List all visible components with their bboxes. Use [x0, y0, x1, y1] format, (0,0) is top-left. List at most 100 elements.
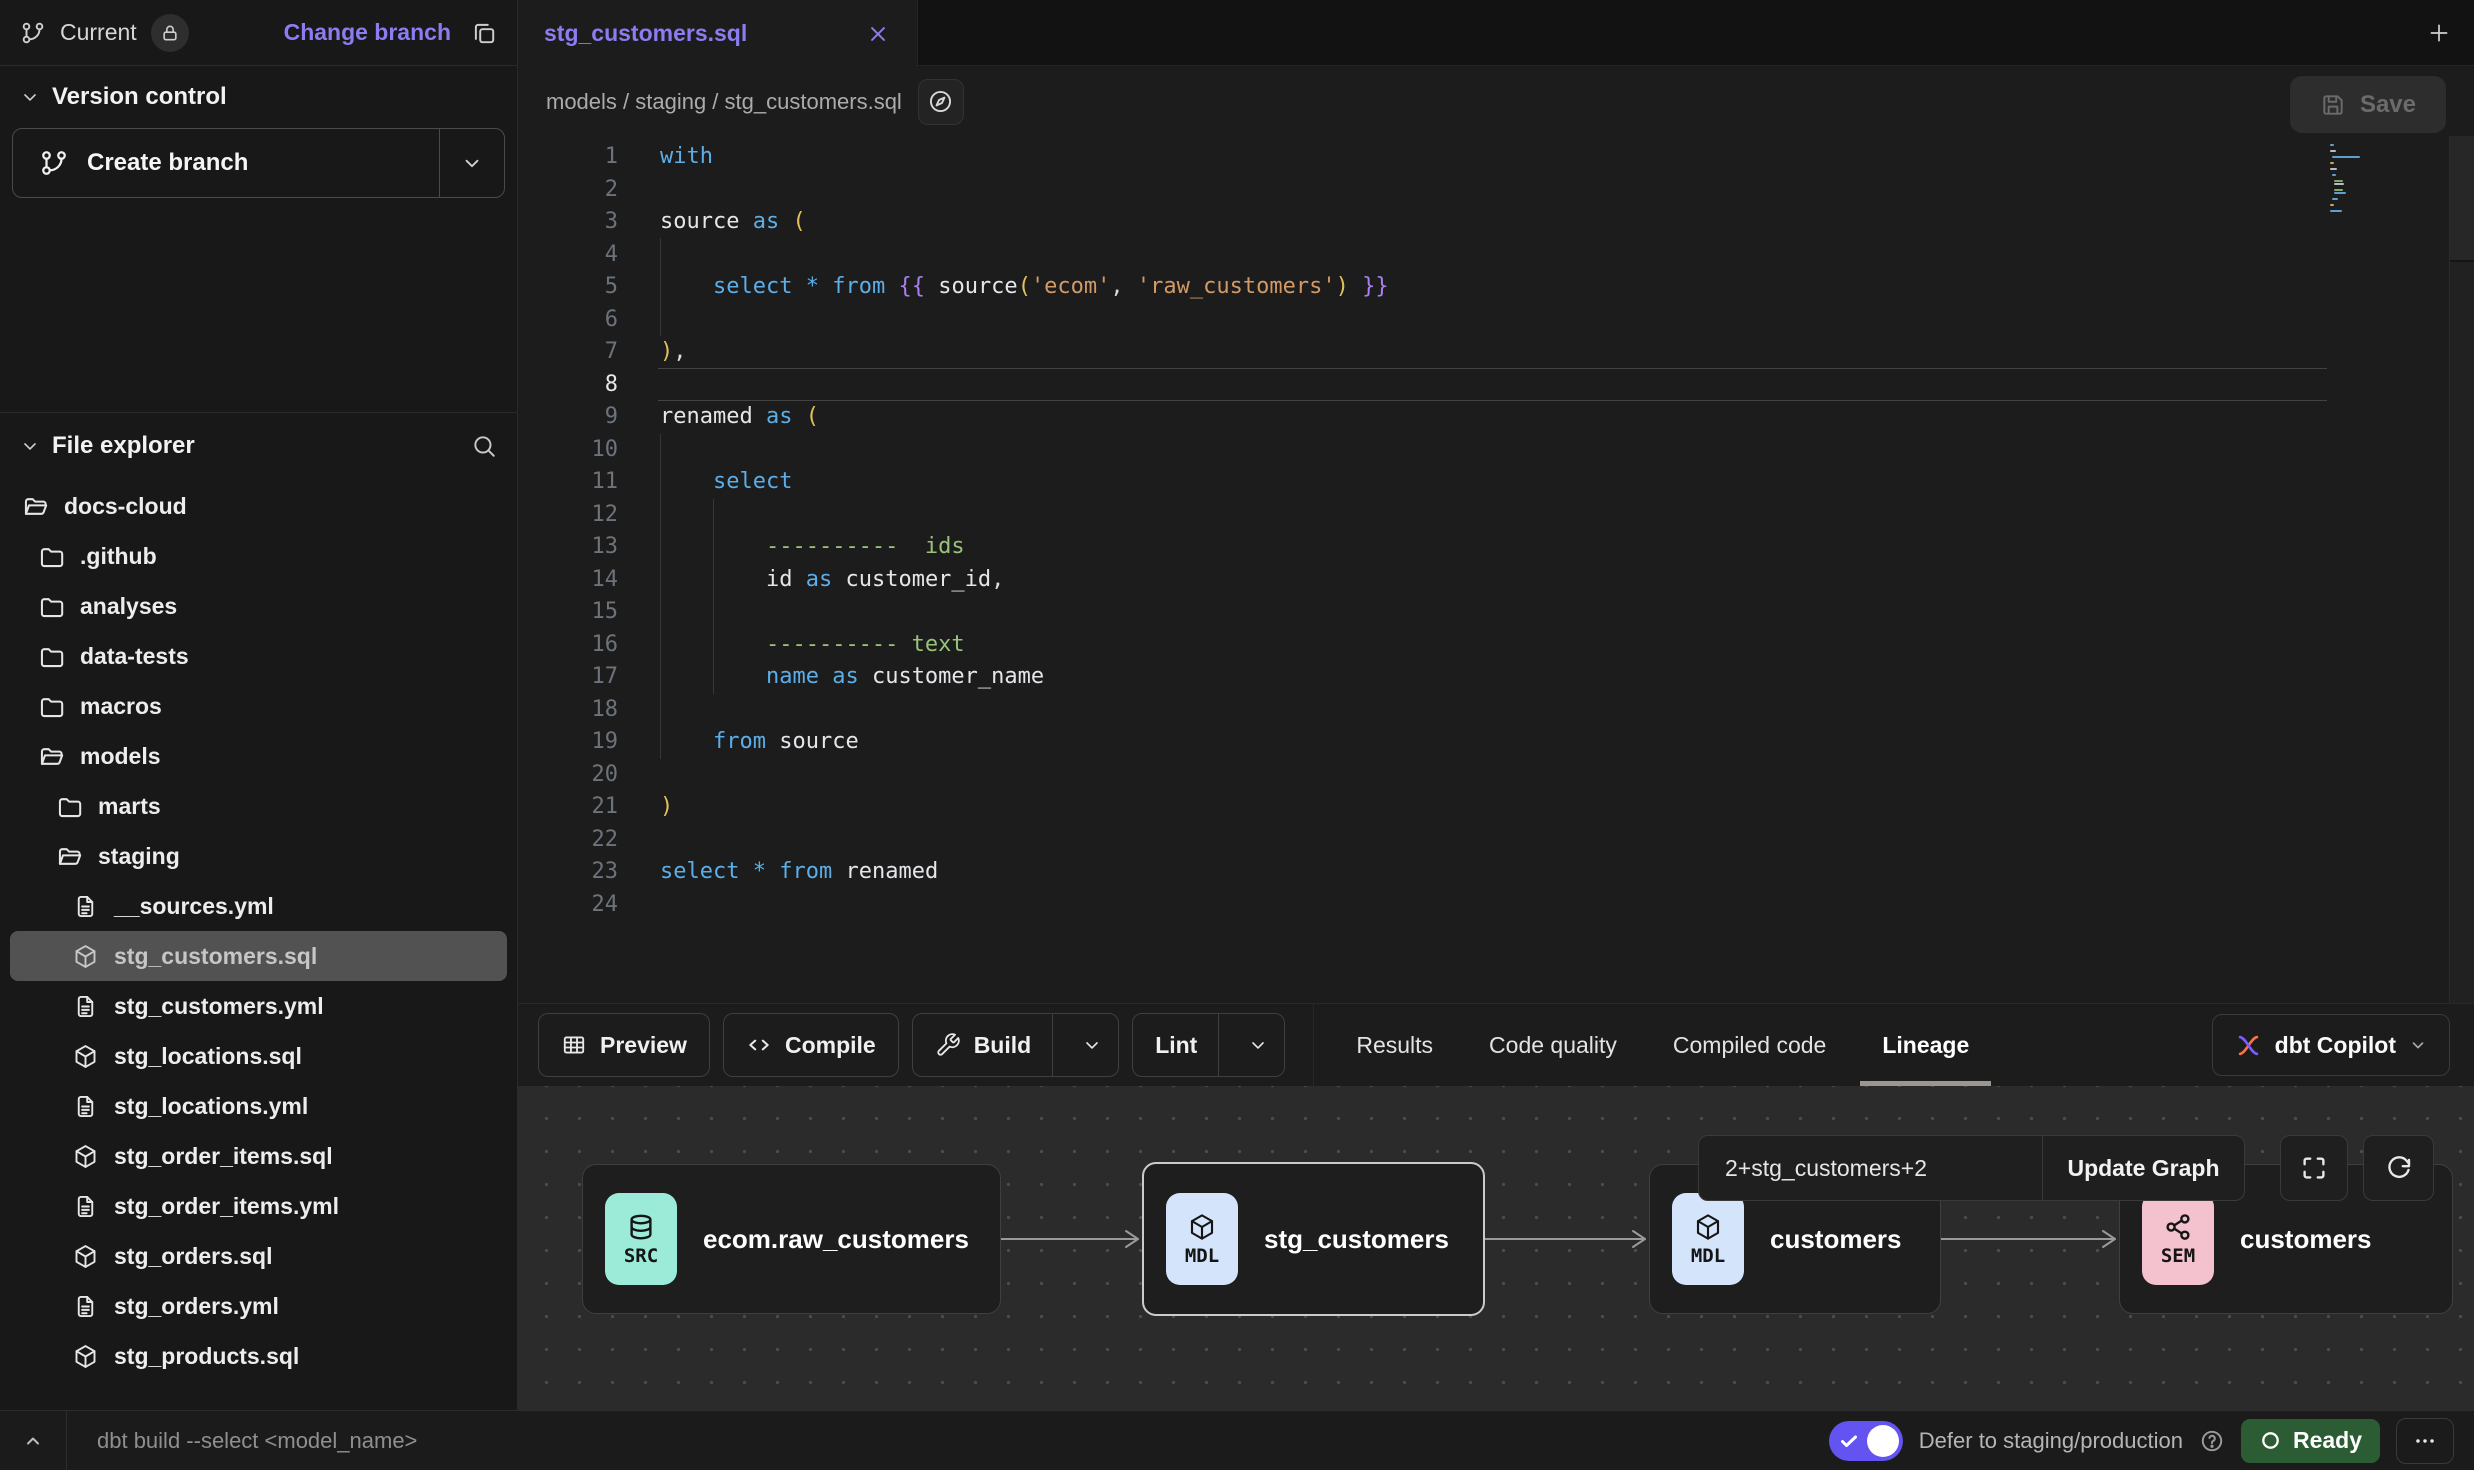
- status-bar: Defer to staging/production Ready: [0, 1410, 2474, 1470]
- panel-tab-lineage[interactable]: Lineage: [1858, 1004, 1993, 1086]
- file-item-label: stg_orders.sql: [114, 1243, 273, 1270]
- compile-button[interactable]: Compile: [723, 1013, 899, 1077]
- minimap[interactable]: [2330, 144, 2442, 216]
- close-icon[interactable]: [865, 21, 891, 47]
- editor-tabbar: stg_customers.sql: [518, 0, 2474, 66]
- panel-tab-code-quality[interactable]: Code quality: [1465, 1004, 1641, 1086]
- indent-guide: [660, 238, 661, 336]
- dbt-cloud-ide: Current Change branch Version control Cr…: [0, 0, 2474, 1470]
- file-item-label: stg_locations.yml: [114, 1093, 308, 1120]
- file-item-models[interactable]: models: [10, 731, 507, 781]
- file-item-__sources.yml[interactable]: __sources.yml: [10, 881, 507, 931]
- copy-icon[interactable]: [471, 20, 497, 46]
- code-line-18[interactable]: 18: [518, 694, 2474, 727]
- code-line-15[interactable]: 15: [518, 596, 2474, 629]
- code-line-11[interactable]: 11 select: [518, 466, 2474, 499]
- create-branch-button[interactable]: Create branch: [12, 128, 505, 198]
- file-doc-icon: [72, 1093, 99, 1120]
- lint-button[interactable]: Lint: [1132, 1013, 1285, 1077]
- code-line-23[interactable]: 23select * from renamed: [518, 856, 2474, 889]
- file-item-staging[interactable]: staging: [10, 831, 507, 881]
- code-line-13[interactable]: 13 ---------- ids: [518, 531, 2474, 564]
- file-item-stg_locations.yml[interactable]: stg_locations.yml: [10, 1081, 507, 1131]
- code-line-1[interactable]: 1with: [518, 141, 2474, 174]
- file-item-data-tests[interactable]: data-tests: [10, 631, 507, 681]
- copilot-chip-button[interactable]: [918, 79, 964, 125]
- file-item-stg_customers.sql[interactable]: stg_customers.sql: [10, 931, 507, 981]
- file-item-.github[interactable]: .github: [10, 531, 507, 581]
- refresh-button[interactable]: [2363, 1135, 2434, 1201]
- environment-status-badge[interactable]: Ready: [2241, 1419, 2380, 1463]
- panel-tab-results[interactable]: Results: [1332, 1004, 1457, 1086]
- code-line-20[interactable]: 20: [518, 759, 2474, 792]
- lint-menu-button[interactable]: [1232, 1035, 1284, 1055]
- file-explorer-header[interactable]: File explorer: [0, 413, 517, 479]
- code-line-14[interactable]: 14 id as customer_id,: [518, 564, 2474, 597]
- code-line-24[interactable]: 24: [518, 889, 2474, 922]
- cube-icon: [1187, 1212, 1217, 1242]
- node-type-badge: SRC: [605, 1193, 677, 1285]
- fullscreen-button[interactable]: [2280, 1135, 2348, 1201]
- build-menu-button[interactable]: [1066, 1035, 1118, 1055]
- code-line-22[interactable]: 22: [518, 824, 2474, 857]
- file-explorer-section: File explorer docs-cloud.githubanalysesd…: [0, 412, 517, 1410]
- panel-tab-compiled-code[interactable]: Compiled code: [1649, 1004, 1850, 1086]
- chevron-down-icon: [20, 87, 40, 107]
- search-icon[interactable]: [471, 433, 497, 459]
- code-line-10[interactable]: 10: [518, 434, 2474, 467]
- expand-command-bar-button[interactable]: [0, 1429, 66, 1453]
- code-line-4[interactable]: 4: [518, 239, 2474, 272]
- file-item-stg_products.sql[interactable]: stg_products.sql: [10, 1331, 507, 1381]
- folder-icon: [56, 793, 83, 820]
- code-line-7[interactable]: 7),: [518, 336, 2474, 369]
- folder-icon: [38, 543, 65, 570]
- code-line-12[interactable]: 12: [518, 499, 2474, 532]
- sidebar: Current Change branch Version control Cr…: [0, 0, 518, 1410]
- preview-button[interactable]: Preview: [538, 1013, 710, 1077]
- code-line-19[interactable]: 19 from source: [518, 726, 2474, 759]
- editor-scrollbar[interactable]: [2449, 136, 2474, 1003]
- defer-toggle[interactable]: [1829, 1421, 1903, 1461]
- scrollbar-thumb[interactable]: [2450, 136, 2474, 262]
- build-button[interactable]: Build: [912, 1013, 1120, 1077]
- dbt-copilot-button[interactable]: dbt Copilot: [2212, 1014, 2450, 1076]
- code-line-6[interactable]: 6: [518, 304, 2474, 337]
- file-item-docs-cloud[interactable]: docs-cloud: [10, 481, 507, 531]
- folder-open-icon: [56, 843, 83, 870]
- status-bar-right: Defer to staging/production Ready: [1829, 1418, 2474, 1464]
- code-line-9[interactable]: 9renamed as (: [518, 401, 2474, 434]
- file-item-marts[interactable]: marts: [10, 781, 507, 831]
- file-item-stg_customers.yml[interactable]: stg_customers.yml: [10, 981, 507, 1031]
- save-button[interactable]: Save: [2290, 76, 2446, 133]
- code-line-2[interactable]: 2: [518, 174, 2474, 207]
- more-options-button[interactable]: [2396, 1418, 2454, 1464]
- wrench-icon: [935, 1032, 961, 1058]
- code-line-17[interactable]: 17 name as customer_name: [518, 661, 2474, 694]
- lineage-panel[interactable]: SRCecom.raw_customersMDLstg_customersMDL…: [518, 1086, 2474, 1410]
- version-control-header[interactable]: Version control: [0, 66, 517, 128]
- lineage-selector-input[interactable]: [1699, 1136, 2042, 1200]
- code-line-3[interactable]: 3source as (: [518, 206, 2474, 239]
- code-line-5[interactable]: 5 select * from {{ source('ecom', 'raw_c…: [518, 271, 2474, 304]
- command-input[interactable]: [67, 1428, 1829, 1454]
- file-item-stg_orders.yml[interactable]: stg_orders.yml: [10, 1281, 507, 1331]
- code-line-8[interactable]: 8: [518, 369, 2474, 402]
- create-branch-menu-button[interactable]: [440, 129, 504, 197]
- help-icon[interactable]: [2199, 1428, 2225, 1454]
- file-item-stg_locations.sql[interactable]: stg_locations.sql: [10, 1031, 507, 1081]
- change-branch-link[interactable]: Change branch: [284, 19, 451, 46]
- lineage-node-stg_customers[interactable]: MDLstg_customers: [1142, 1162, 1485, 1316]
- lineage-node-ecom.raw_customers[interactable]: SRCecom.raw_customers: [582, 1164, 1001, 1314]
- code-line-16[interactable]: 16 ---------- text: [518, 629, 2474, 662]
- code-line-21[interactable]: 21): [518, 791, 2474, 824]
- tab-stg-customers-sql[interactable]: stg_customers.sql: [518, 0, 918, 67]
- code-editor[interactable]: 1with23source as (45 select * from {{ so…: [518, 136, 2474, 1003]
- file-item-stg_order_items.sql[interactable]: stg_order_items.sql: [10, 1131, 507, 1181]
- file-item-stg_orders.sql[interactable]: stg_orders.sql: [10, 1231, 507, 1281]
- file-item-macros[interactable]: macros: [10, 681, 507, 731]
- status-ring-icon: [2259, 1429, 2282, 1452]
- update-graph-button[interactable]: Update Graph: [2043, 1136, 2244, 1200]
- file-item-stg_order_items.yml[interactable]: stg_order_items.yml: [10, 1181, 507, 1231]
- file-item-analyses[interactable]: analyses: [10, 581, 507, 631]
- new-tab-button[interactable]: [2426, 20, 2452, 46]
